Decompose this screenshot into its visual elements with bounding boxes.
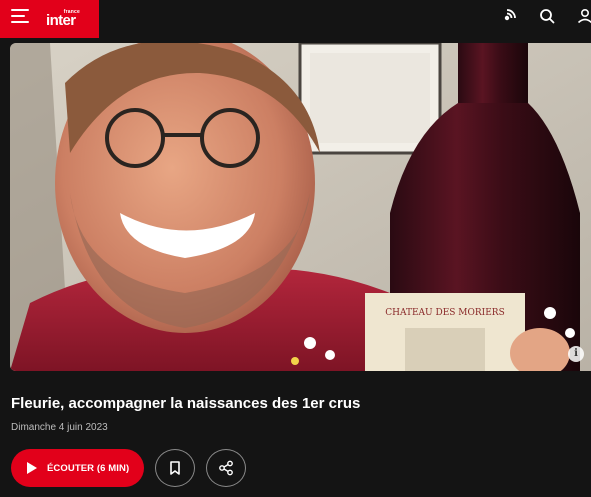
france-inter-logo[interactable]: france inter bbox=[46, 9, 86, 29]
bookmark-button[interactable] bbox=[155, 449, 195, 487]
listen-button[interactable]: ÉCOUTER (6 MIN) bbox=[11, 449, 144, 487]
logo-main-text: inter bbox=[46, 12, 76, 29]
bookmark-icon bbox=[170, 461, 180, 475]
article-date: Dimanche 4 juin 2023 bbox=[11, 422, 108, 433]
article-title[interactable]: Fleurie, accompagner la naissances des 1… bbox=[11, 394, 360, 414]
brand-block: france inter bbox=[0, 0, 99, 38]
hero-illustration: CHATEAU DES MORIERS bbox=[10, 43, 591, 371]
share-button[interactable] bbox=[206, 449, 246, 487]
user-account-icon[interactable] bbox=[576, 7, 591, 27]
listen-button-label: ÉCOUTER (6 MIN) bbox=[47, 462, 130, 474]
bottle-label-text: CHATEAU DES MORIERS bbox=[385, 308, 505, 318]
play-icon bbox=[27, 462, 37, 474]
hamburger-menu-icon[interactable] bbox=[11, 9, 29, 25]
share-icon bbox=[219, 460, 233, 476]
image-info-icon[interactable]: i bbox=[568, 346, 584, 362]
live-broadcast-icon[interactable] bbox=[499, 7, 521, 27]
top-navigation-bar: france inter bbox=[0, 0, 591, 38]
article-hero-image[interactable]: CHATEAU DES MORIERS bbox=[10, 43, 591, 371]
search-icon[interactable] bbox=[538, 7, 560, 27]
